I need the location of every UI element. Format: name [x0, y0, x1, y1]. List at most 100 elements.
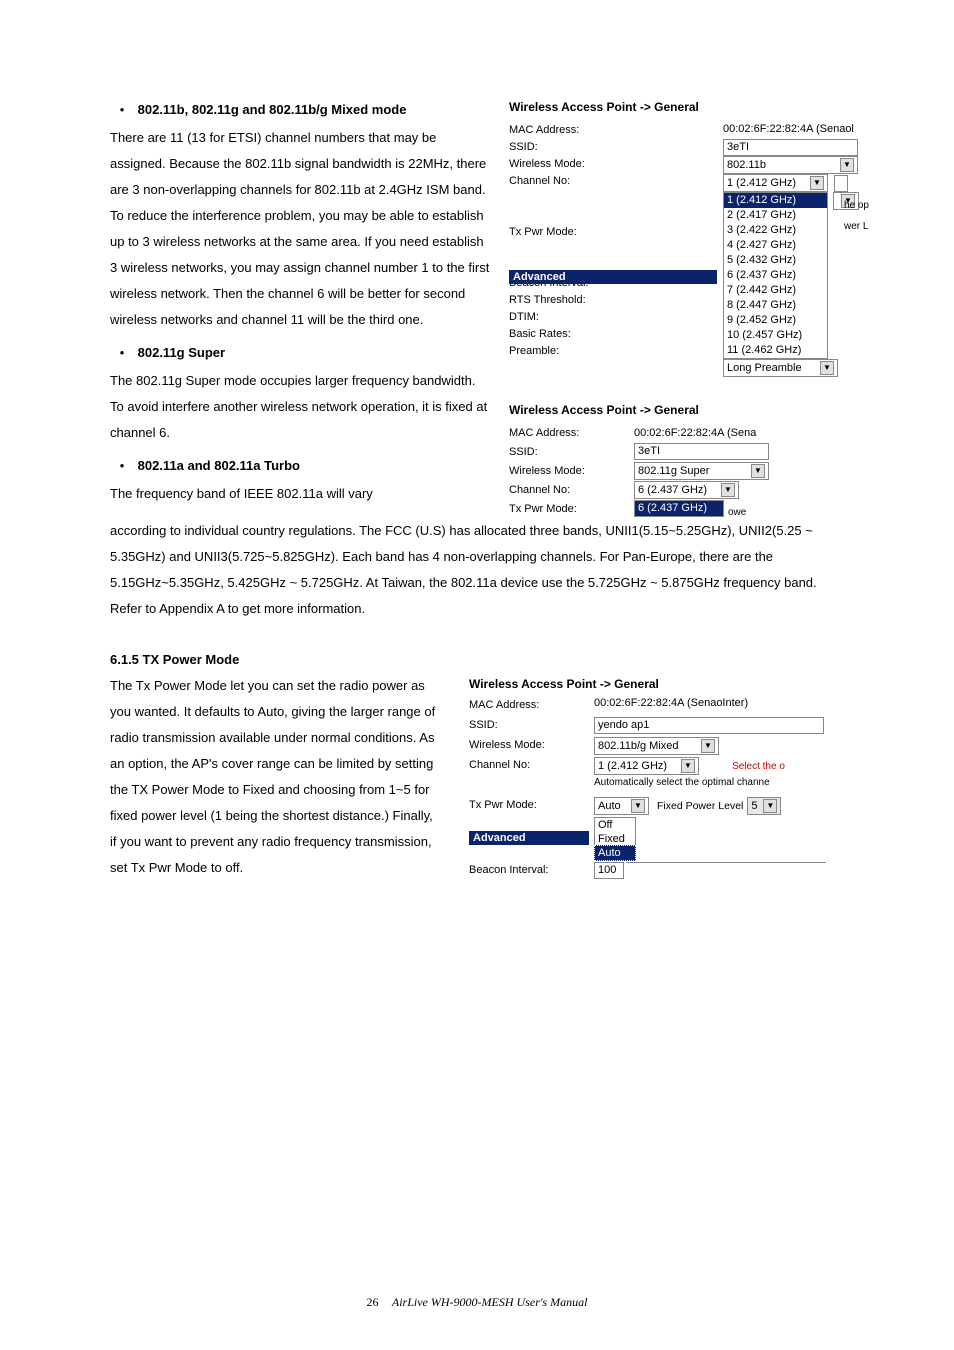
fig3-label-chno: Channel No:	[469, 757, 594, 771]
fig1-label-preamble: Preamble:	[509, 343, 589, 360]
figure-general-80211g-super: Wireless Access Point -> General MAC Add…	[509, 403, 859, 518]
fig1-label-rts: RTS Threshold:	[509, 292, 589, 309]
fig3-fixed-label: Fixed Power Level	[657, 800, 743, 812]
fig2-chno-value: 6 (2.437 GHz)	[638, 482, 707, 498]
fig1-channel-dropdown[interactable]: 1 (2.412 GHz) 2 (2.417 GHz) 3 (2.422 GHz…	[723, 192, 828, 359]
fig1-label-ssid: SSID:	[509, 139, 589, 156]
fig1-ch-opt-11[interactable]: 11 (2.462 GHz)	[724, 343, 827, 358]
fig3-beacon-input[interactable]: 100	[594, 862, 624, 879]
chevron-down-icon: ▼	[681, 759, 695, 773]
fig1-ssid-input[interactable]: 3eTI	[723, 139, 858, 156]
para-txpower: The Tx Power Mode let you can set the ra…	[110, 673, 440, 881]
fig3-select-note: Select the o	[732, 761, 785, 772]
fig1-left-labels: MAC Address: SSID: Wireless Mode: Channe…	[509, 122, 589, 360]
fig1-ch-opt-9[interactable]: 9 (2.452 GHz)	[724, 313, 827, 328]
chevron-down-icon: ▼	[763, 799, 777, 813]
fig1-wmode-select[interactable]: 802.11b ▼	[723, 156, 858, 174]
fig2-ssid-input[interactable]: 3eTI	[634, 443, 769, 460]
chevron-down-icon: ▼	[751, 464, 765, 478]
fig2-wmode-select[interactable]: 802.11g Super ▼	[634, 462, 769, 480]
fig1-side-notes: he op wer L	[844, 198, 869, 234]
fig2-title: Wireless Access Point -> General	[509, 403, 859, 417]
bullet-title-80211bg: 802.11b, 802.11g and 802.11b/g Mixed mod…	[138, 102, 407, 117]
fig1-ch-opt-10[interactable]: 10 (2.457 GHz)	[724, 328, 827, 343]
fig3-txpwr-options[interactable]: Off Fixed Auto	[594, 817, 636, 861]
fig3-txpwr-opt-auto[interactable]: Auto	[594, 845, 636, 861]
fig1-label-wmode: Wireless Mode:	[509, 156, 589, 173]
bullet-80211a: • 802.11a and 802.11a Turbo	[110, 458, 490, 473]
fig3-fixed-select[interactable]: 5 ▼	[747, 797, 781, 815]
fig1-label-txpwr: Tx Pwr Mode:	[509, 224, 589, 241]
manual-title: AirLive WH-9000-MESH User's Manual	[392, 1295, 588, 1309]
fig3-beacon-line	[626, 862, 826, 863]
fig3-advanced-bar: Advanced	[469, 831, 589, 845]
chevron-down-icon: ▼	[820, 361, 834, 375]
para-80211a-start: The frequency band of IEEE 802.11a will …	[110, 481, 490, 507]
fig3-label-ssid: SSID:	[469, 717, 594, 731]
fig1-preamble-text: Long Preamble	[727, 360, 802, 376]
bullet-dot: •	[110, 345, 134, 360]
fig1-ch-opt-3[interactable]: 3 (2.422 GHz)	[724, 223, 827, 238]
chevron-down-icon: ▼	[631, 799, 645, 813]
fig3-chno-select[interactable]: 1 (2.412 GHz) ▼	[594, 757, 699, 775]
bullet-dot: •	[110, 458, 134, 473]
figure-general-txpower: Wireless Access Point -> General MAC Add…	[469, 677, 859, 882]
fig1-label-basic: Basic Rates:	[509, 326, 589, 343]
bullet-80211bg: • 802.11b, 802.11g and 802.11b/g Mixed m…	[110, 102, 490, 117]
fig3-auto-note: Automatically select the optimal channe	[594, 777, 859, 788]
fig3-ssid-input[interactable]: yendo ap1	[594, 717, 824, 734]
fig2-label-mac: MAC Address:	[509, 427, 634, 439]
fig2-chno-select[interactable]: 6 (2.437 GHz) ▼	[634, 481, 739, 499]
fig1-label-mac: MAC Address:	[509, 122, 589, 139]
fig3-label-wmode: Wireless Mode:	[469, 737, 594, 751]
fig1-ch-opt-5[interactable]: 5 (2.432 GHz)	[724, 253, 827, 268]
page-footer: 26 AirLive WH-9000-MESH User's Manual	[0, 1295, 954, 1310]
fig3-wmode-value: 802.11b/g Mixed	[598, 738, 679, 754]
page-number: 26	[367, 1295, 379, 1309]
fig3-txpwr-opt-fixed[interactable]: Fixed	[595, 832, 635, 846]
fig2-label-txpwr: Tx Pwr Mode:	[509, 503, 634, 515]
fig3-mac-value: 00:02:6F:22:82:4A (SenaoInter)	[594, 697, 748, 709]
para-80211a-full: according to individual country regulati…	[110, 518, 850, 622]
fig3-label-txpwr: Tx Pwr Mode:	[469, 797, 594, 811]
fig1-ch-opt-6[interactable]: 6 (2.437 GHz)	[724, 268, 827, 283]
para-80211bg: There are 11 (13 for ETSI) channel numbe…	[110, 125, 490, 333]
fig3-wmode-select[interactable]: 802.11b/g Mixed ▼	[594, 737, 719, 755]
fig1-ch-opt-2[interactable]: 2 (2.417 GHz)	[724, 208, 827, 223]
fig1-wmode-value: 802.11b	[727, 157, 766, 173]
chevron-down-icon: ▼	[701, 739, 715, 753]
fig1-side1: he op	[844, 198, 869, 213]
fig2-label-ssid: SSID:	[509, 446, 634, 458]
fig1-label-chno: Channel No:	[509, 173, 589, 190]
fig3-label-mac: MAC Address:	[469, 697, 594, 711]
fig1-ch-opt-4[interactable]: 4 (2.427 GHz)	[724, 238, 827, 253]
fig3-txpwr-value: Auto	[598, 798, 621, 814]
fig1-side2: wer L	[844, 219, 869, 234]
chevron-down-icon: ▼	[721, 483, 735, 497]
fig3-fixed-value: 5	[751, 798, 757, 814]
fig2-ch-dropdown[interactable]: 6 (2.437 GHz)	[634, 500, 724, 517]
fig1-checkbox[interactable]	[834, 175, 848, 192]
fig2-ch-highlight[interactable]: 6 (2.437 GHz)	[635, 501, 723, 516]
fig2-label-wmode: Wireless Mode:	[509, 465, 634, 477]
fig1-title: Wireless Access Point -> General	[509, 100, 859, 114]
fig1-ch-opt-1[interactable]: 1 (2.412 GHz)	[724, 193, 827, 208]
fig3-chno-value: 1 (2.412 GHz)	[598, 758, 667, 774]
fig1-chno-select[interactable]: 1 (2.412 GHz) ▼	[723, 174, 828, 192]
bullet-dot: •	[110, 102, 134, 117]
bullet-title-80211a: 802.11a and 802.11a Turbo	[138, 458, 300, 473]
fig3-txpwr-opt-off[interactable]: Off	[595, 818, 635, 832]
fig1-preamble-select[interactable]: Long Preamble ▼	[723, 359, 838, 377]
bullet-title-80211g-super: 802.11g Super	[138, 345, 225, 360]
fig1-ch-opt-7[interactable]: 7 (2.442 GHz)	[724, 283, 827, 298]
chevron-down-icon: ▼	[810, 176, 824, 190]
figure-general-80211b: Wireless Access Point -> General MAC Add…	[509, 100, 859, 377]
chevron-down-icon: ▼	[840, 158, 854, 172]
fig1-ch-opt-8[interactable]: 8 (2.447 GHz)	[724, 298, 827, 313]
fig1-advanced-bar: Advanced	[509, 270, 717, 284]
fig2-mac-value: 00:02:6F:22:82:4A (Sena	[634, 427, 756, 439]
fig3-txpwr-select[interactable]: Auto ▼	[594, 797, 649, 815]
fig1-chno-value: 1 (2.412 GHz)	[727, 175, 796, 191]
fig2-label-chno: Channel No:	[509, 484, 634, 496]
fig1-label-dtim: DTIM:	[509, 309, 589, 326]
